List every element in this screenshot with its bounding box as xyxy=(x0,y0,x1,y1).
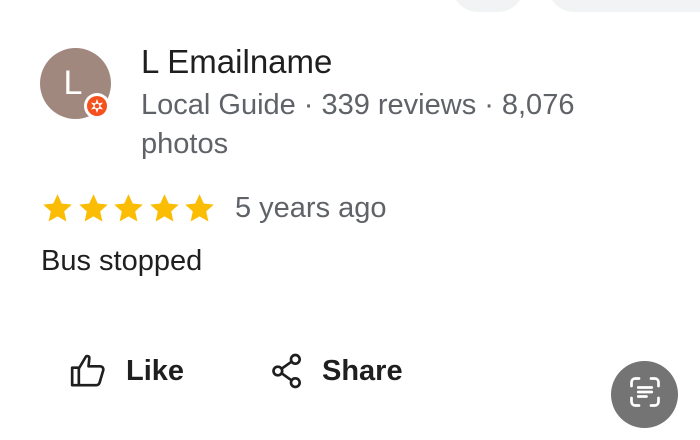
review-time: 5 years ago xyxy=(234,191,387,224)
reviewer-meta: Local Guide · 339 reviews · 8,076 photos xyxy=(141,86,641,164)
meta-separator: · xyxy=(303,89,314,121)
text-scan-button[interactable] xyxy=(611,361,678,428)
star-icon xyxy=(182,191,217,226)
review-card: L L Emailname Local Guide · 339 reviews · 8,… xyxy=(0,0,700,440)
like-button[interactable]: Like xyxy=(68,348,184,394)
share-button[interactable]: Share xyxy=(270,348,403,394)
top-chip[interactable] xyxy=(452,0,524,12)
star-rating xyxy=(40,191,218,226)
review-count: 339 reviews xyxy=(321,89,477,121)
share-label: Share xyxy=(322,354,403,387)
like-label: Like xyxy=(126,354,185,387)
thumbs-up-icon xyxy=(68,351,108,391)
meta-separator: · xyxy=(484,89,494,121)
star-icon xyxy=(111,191,146,226)
reviewer-level: Local Guide xyxy=(141,89,296,121)
star-icon xyxy=(76,191,111,226)
share-icon xyxy=(270,351,304,391)
top-chip[interactable] xyxy=(548,0,700,12)
star-icon xyxy=(40,191,75,226)
star-icon xyxy=(147,191,182,226)
local-guide-badge-icon xyxy=(84,93,110,119)
review-text: Bus stopped xyxy=(41,245,203,277)
rating-row: 5 years ago xyxy=(40,188,387,228)
text-scan-icon xyxy=(627,374,663,415)
reviewer-name[interactable]: L Emailname xyxy=(141,42,332,82)
